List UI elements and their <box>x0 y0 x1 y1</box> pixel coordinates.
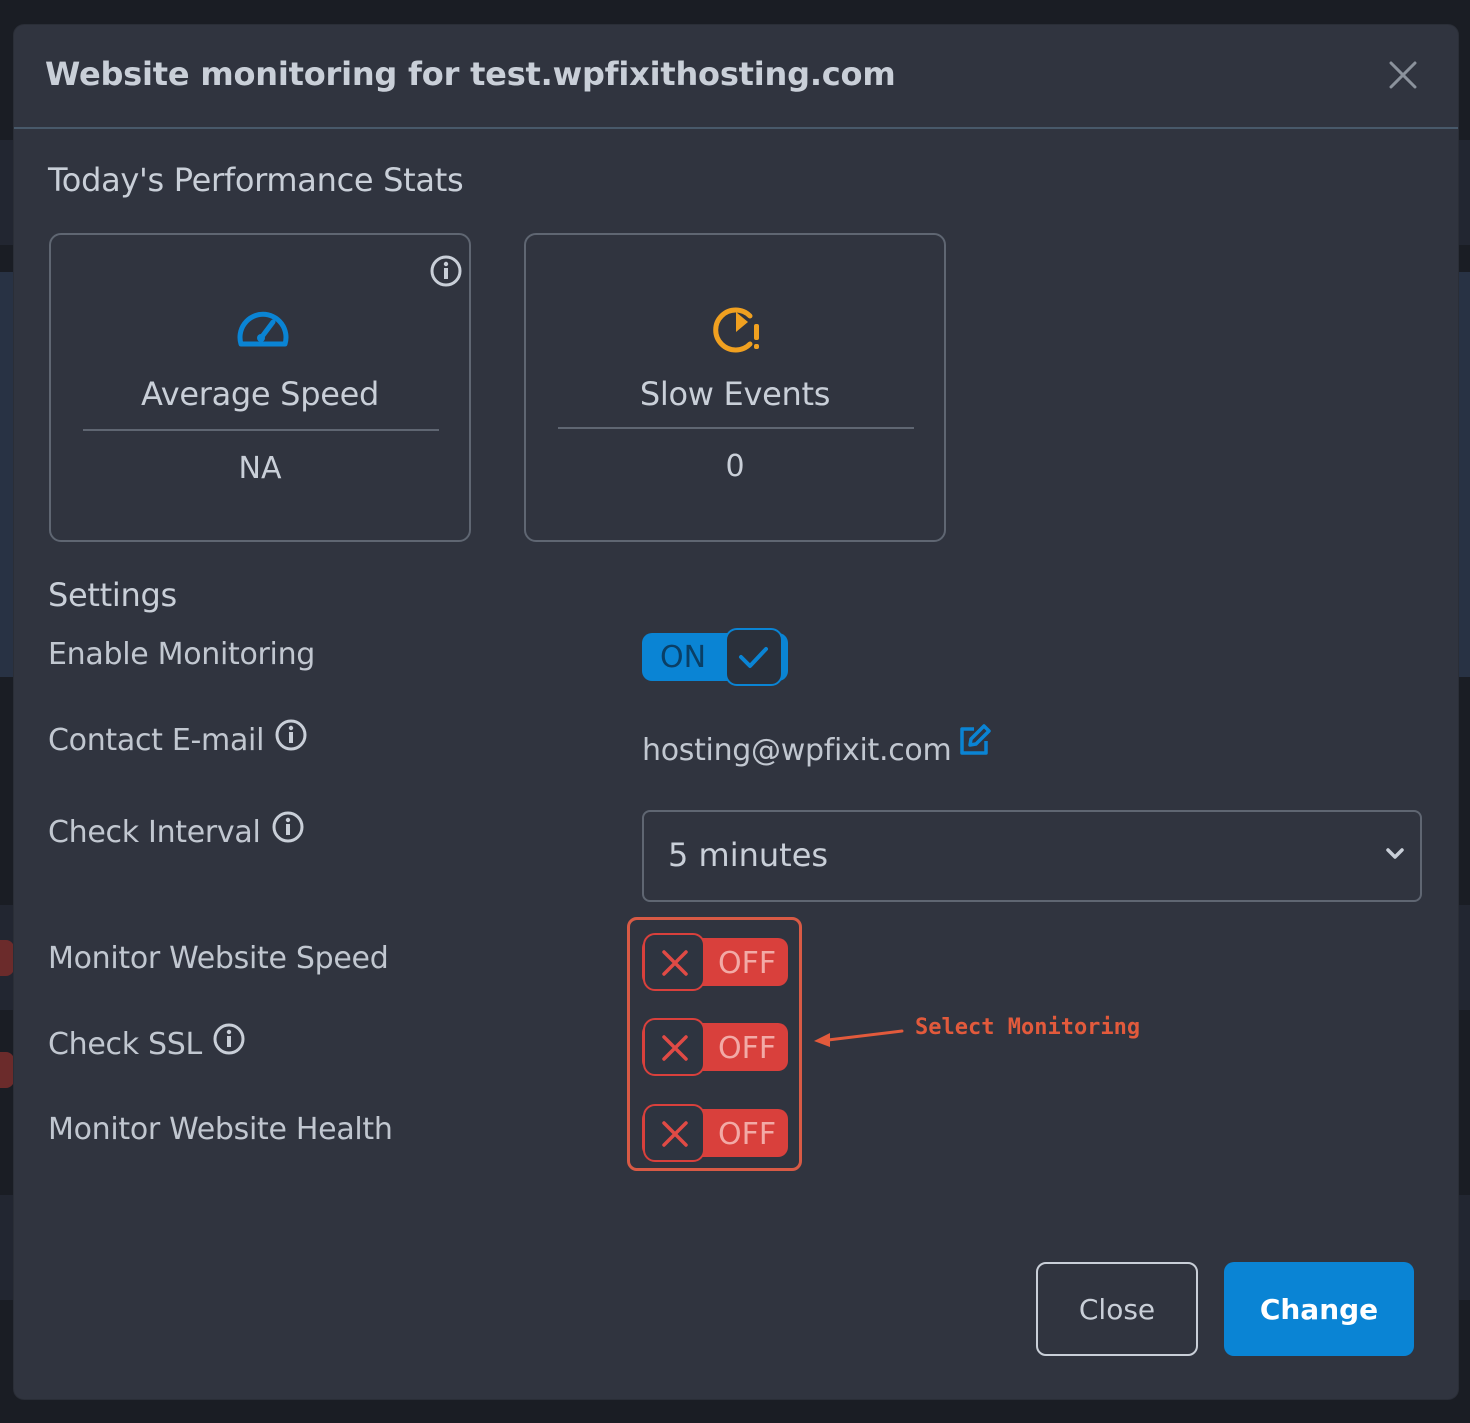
toggle-state-label: ON <box>660 640 707 675</box>
contact-email-text: Contact E-mail <box>48 723 265 758</box>
contact-email-value: hosting@wpfixit.com <box>642 733 952 768</box>
average-speed-label: Average Speed <box>141 375 379 413</box>
monitor-website-health-label: Monitor Website Health <box>48 1112 393 1147</box>
website-monitoring-modal: Website monitoring for test.wpfixithosti… <box>14 25 1458 1399</box>
x-icon <box>662 1035 688 1061</box>
divider <box>83 429 439 431</box>
enable-monitoring-text: Enable Monitoring <box>48 637 316 672</box>
chevron-down-icon <box>1386 848 1404 859</box>
monitor-website-health-toggle[interactable]: OFF <box>642 1104 788 1162</box>
annotation-label: Select Monitoring <box>915 1015 1141 1040</box>
info-icon[interactable] <box>271 810 305 844</box>
close-icon[interactable] <box>1387 59 1419 91</box>
change-button[interactable]: Change <box>1224 1262 1414 1356</box>
toggle-knob <box>643 1018 705 1076</box>
checkmark-icon <box>739 647 768 668</box>
check-ssl-text: Check SSL <box>48 1027 202 1062</box>
x-icon <box>662 950 688 976</box>
slow-events-label: Slow Events <box>639 375 831 413</box>
enable-monitoring-label: Enable Monitoring <box>48 637 315 672</box>
background-badge <box>0 940 14 976</box>
annotation-arrow-icon <box>814 1029 904 1047</box>
modal-title: Website monitoring for test.wpfixithosti… <box>45 55 896 93</box>
background-badge <box>0 1052 14 1088</box>
check-interval-selected: 5 minutes <box>668 836 829 874</box>
monitor-website-health-text: Monitor Website Health <box>48 1112 393 1147</box>
average-speed-value: NA <box>238 451 282 486</box>
modal-header: Website monitoring for test.wpfixithosti… <box>14 25 1458 129</box>
settings-heading: Settings <box>48 576 177 614</box>
slow-events-value: 0 <box>725 449 745 484</box>
toggle-knob <box>725 628 783 686</box>
check-ssl-label: Check SSL <box>48 1023 246 1062</box>
toggle-state-label: OFF <box>718 946 777 981</box>
info-icon[interactable] <box>212 1022 246 1056</box>
divider <box>558 427 914 429</box>
monitor-website-speed-label: Monitor Website Speed <box>48 941 389 976</box>
close-button[interactable]: Close <box>1036 1262 1198 1356</box>
toggle-state-label: OFF <box>718 1031 777 1066</box>
average-speed-card: Average Speed NA <box>49 233 471 542</box>
monitor-website-speed-toggle[interactable]: OFF <box>642 933 788 991</box>
slow-events-card: Slow Events 0 <box>524 233 946 542</box>
x-icon <box>662 1121 688 1147</box>
toggle-knob <box>643 1104 705 1162</box>
check-interval-select[interactable]: 5 minutes <box>642 810 1422 902</box>
edit-icon[interactable] <box>956 723 992 759</box>
info-icon[interactable] <box>429 254 463 288</box>
monitor-website-speed-text: Monitor Website Speed <box>48 941 389 976</box>
speedometer-icon <box>237 311 289 347</box>
check-interval-label: Check Interval <box>48 811 305 850</box>
slow-clock-warning-icon <box>713 307 759 353</box>
performance-heading: Today's Performance Stats <box>48 161 464 199</box>
check-ssl-toggle[interactable]: OFF <box>642 1018 788 1076</box>
toggle-knob <box>643 933 705 991</box>
contact-email-label: Contact E-mail <box>48 719 308 758</box>
check-interval-text: Check Interval <box>48 815 261 850</box>
info-icon[interactable] <box>274 718 308 752</box>
toggle-state-label: OFF <box>718 1117 777 1152</box>
enable-monitoring-toggle[interactable]: ON <box>642 628 788 686</box>
